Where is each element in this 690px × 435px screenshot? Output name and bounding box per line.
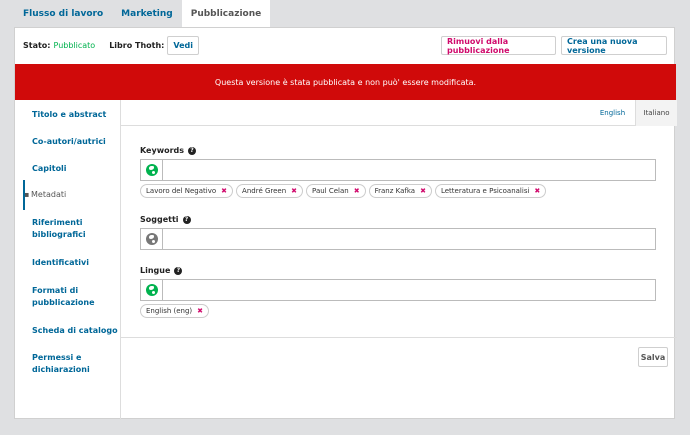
keywords-tags: Lavoro del Negativo ✖ André Green ✖ Paul C… — [140, 184, 549, 198]
sidebar-item-label: Metadati — [31, 190, 67, 199]
status-bar: Stato: Pubblicato Libro Thoth: Vedi Rimu… — [15, 28, 676, 63]
sidebar-item-titolo-abstract[interactable]: Titolo e abstract — [15, 109, 121, 121]
sidebar-item-formati[interactable]: Formati di pubblicazione — [15, 285, 105, 309]
multilingual-toggle[interactable] — [141, 280, 163, 300]
keywords-input[interactable] — [164, 160, 654, 180]
tag-label: Franz Kafka — [374, 187, 416, 195]
remove-tag-icon[interactable]: ✖ — [197, 307, 203, 315]
lingue-input[interactable] — [164, 280, 654, 300]
top-tabs: Flusso di lavoro Marketing Pubblicazione — [14, 0, 271, 27]
status-label: Stato: — [23, 41, 51, 50]
lingue-label: Lingue ? — [140, 266, 183, 275]
language-tabs: English Italiano — [121, 100, 677, 126]
sidebar-item-coautori[interactable]: Co-autori/autrici — [15, 136, 121, 148]
form-footer: Salva — [121, 337, 677, 420]
help-icon[interactable]: ? — [182, 215, 191, 224]
unpublish-button[interactable]: Rimuovi dalla pubblicazione — [441, 36, 556, 55]
sidebar-item-scheda-catalogo[interactable]: Scheda di catalogo — [15, 325, 121, 337]
keyword-tag: Lavoro del Negativo ✖ — [140, 184, 234, 198]
globe-icon — [145, 233, 158, 245]
tag-label: Lavoro del Negativo — [146, 187, 217, 195]
soggetti-label-text: Soggetti — [140, 215, 179, 224]
remove-tag-icon[interactable]: ✖ — [221, 187, 227, 195]
tag-label: André Green — [242, 187, 287, 195]
keyword-tag: Franz Kafka ✖ — [368, 184, 432, 198]
soggetti-input[interactable] — [164, 229, 654, 249]
tab-flusso-di-lavoro[interactable]: Flusso di lavoro — [14, 0, 112, 27]
keywords-label-text: Keywords — [140, 146, 185, 155]
sidebar: Titolo e abstract Co-autori/autrici Capi… — [15, 100, 121, 420]
lingue-label-text: Lingue — [140, 266, 171, 275]
remove-tag-icon[interactable]: ✖ — [354, 187, 360, 195]
multilingual-toggle[interactable] — [141, 160, 163, 180]
remove-tag-icon[interactable]: ✖ — [534, 187, 540, 195]
lingue-tags: English (eng) ✖ — [140, 304, 212, 318]
language-tab-italiano[interactable]: Italiano — [635, 100, 677, 126]
soggetti-field — [140, 228, 656, 250]
publication-panel: Stato: Pubblicato Libro Thoth: Vedi Rimu… — [14, 27, 677, 420]
sidebar-item-identificativi[interactable]: Identificativi — [15, 257, 121, 269]
create-new-version-button[interactable]: Crea una nuova versione — [561, 36, 667, 55]
tag-label: English (eng) — [146, 307, 193, 315]
tab-pubblicazione[interactable]: Pubblicazione — [181, 0, 271, 27]
globe-icon — [145, 164, 158, 176]
sidebar-item-permessi[interactable]: Permessi e dichiarazioni — [15, 352, 105, 376]
lingue-field — [140, 279, 656, 301]
remove-tag-icon[interactable]: ✖ — [291, 187, 297, 195]
active-bullet-icon: ▪ — [24, 190, 30, 199]
keyword-tag: Paul Celan ✖ — [306, 184, 366, 198]
language-tab-english[interactable]: English — [590, 100, 635, 126]
help-icon[interactable]: ? — [174, 266, 183, 275]
sidebar-item-capitoli[interactable]: Capitoli — [15, 163, 121, 175]
keyword-tag: Letteratura e Psicoanalisi ✖ — [434, 184, 547, 198]
keywords-field — [140, 159, 656, 181]
save-button[interactable]: Salva — [638, 347, 668, 367]
tag-label: Letteratura e Psicoanalisi — [440, 187, 530, 195]
keyword-tag: André Green ✖ — [236, 184, 304, 198]
status-value: Pubblicato — [53, 41, 96, 50]
tag-label: Paul Celan — [312, 187, 349, 195]
multilingual-toggle[interactable] — [141, 229, 163, 249]
vedi-button[interactable]: Vedi — [167, 36, 200, 55]
published-alert: Questa versione è stata pubblicata e non… — [15, 64, 676, 100]
globe-icon — [145, 284, 158, 296]
soggetti-label: Soggetti ? — [140, 215, 191, 224]
sidebar-item-metadati[interactable]: ▪ Metadati — [15, 180, 121, 210]
metadata-content: English Italiano Keywords ? Lavoro del N… — [120, 100, 677, 420]
help-icon[interactable]: ? — [188, 146, 197, 155]
remove-tag-icon[interactable]: ✖ — [420, 187, 426, 195]
keywords-label: Keywords ? — [140, 146, 197, 155]
sidebar-item-riferimenti[interactable]: Riferimenti bibliografici — [15, 217, 115, 241]
language-tag: English (eng) ✖ — [140, 304, 210, 318]
tab-marketing[interactable]: Marketing — [112, 0, 182, 27]
thoth-label: Libro Thoth: — [109, 41, 165, 50]
